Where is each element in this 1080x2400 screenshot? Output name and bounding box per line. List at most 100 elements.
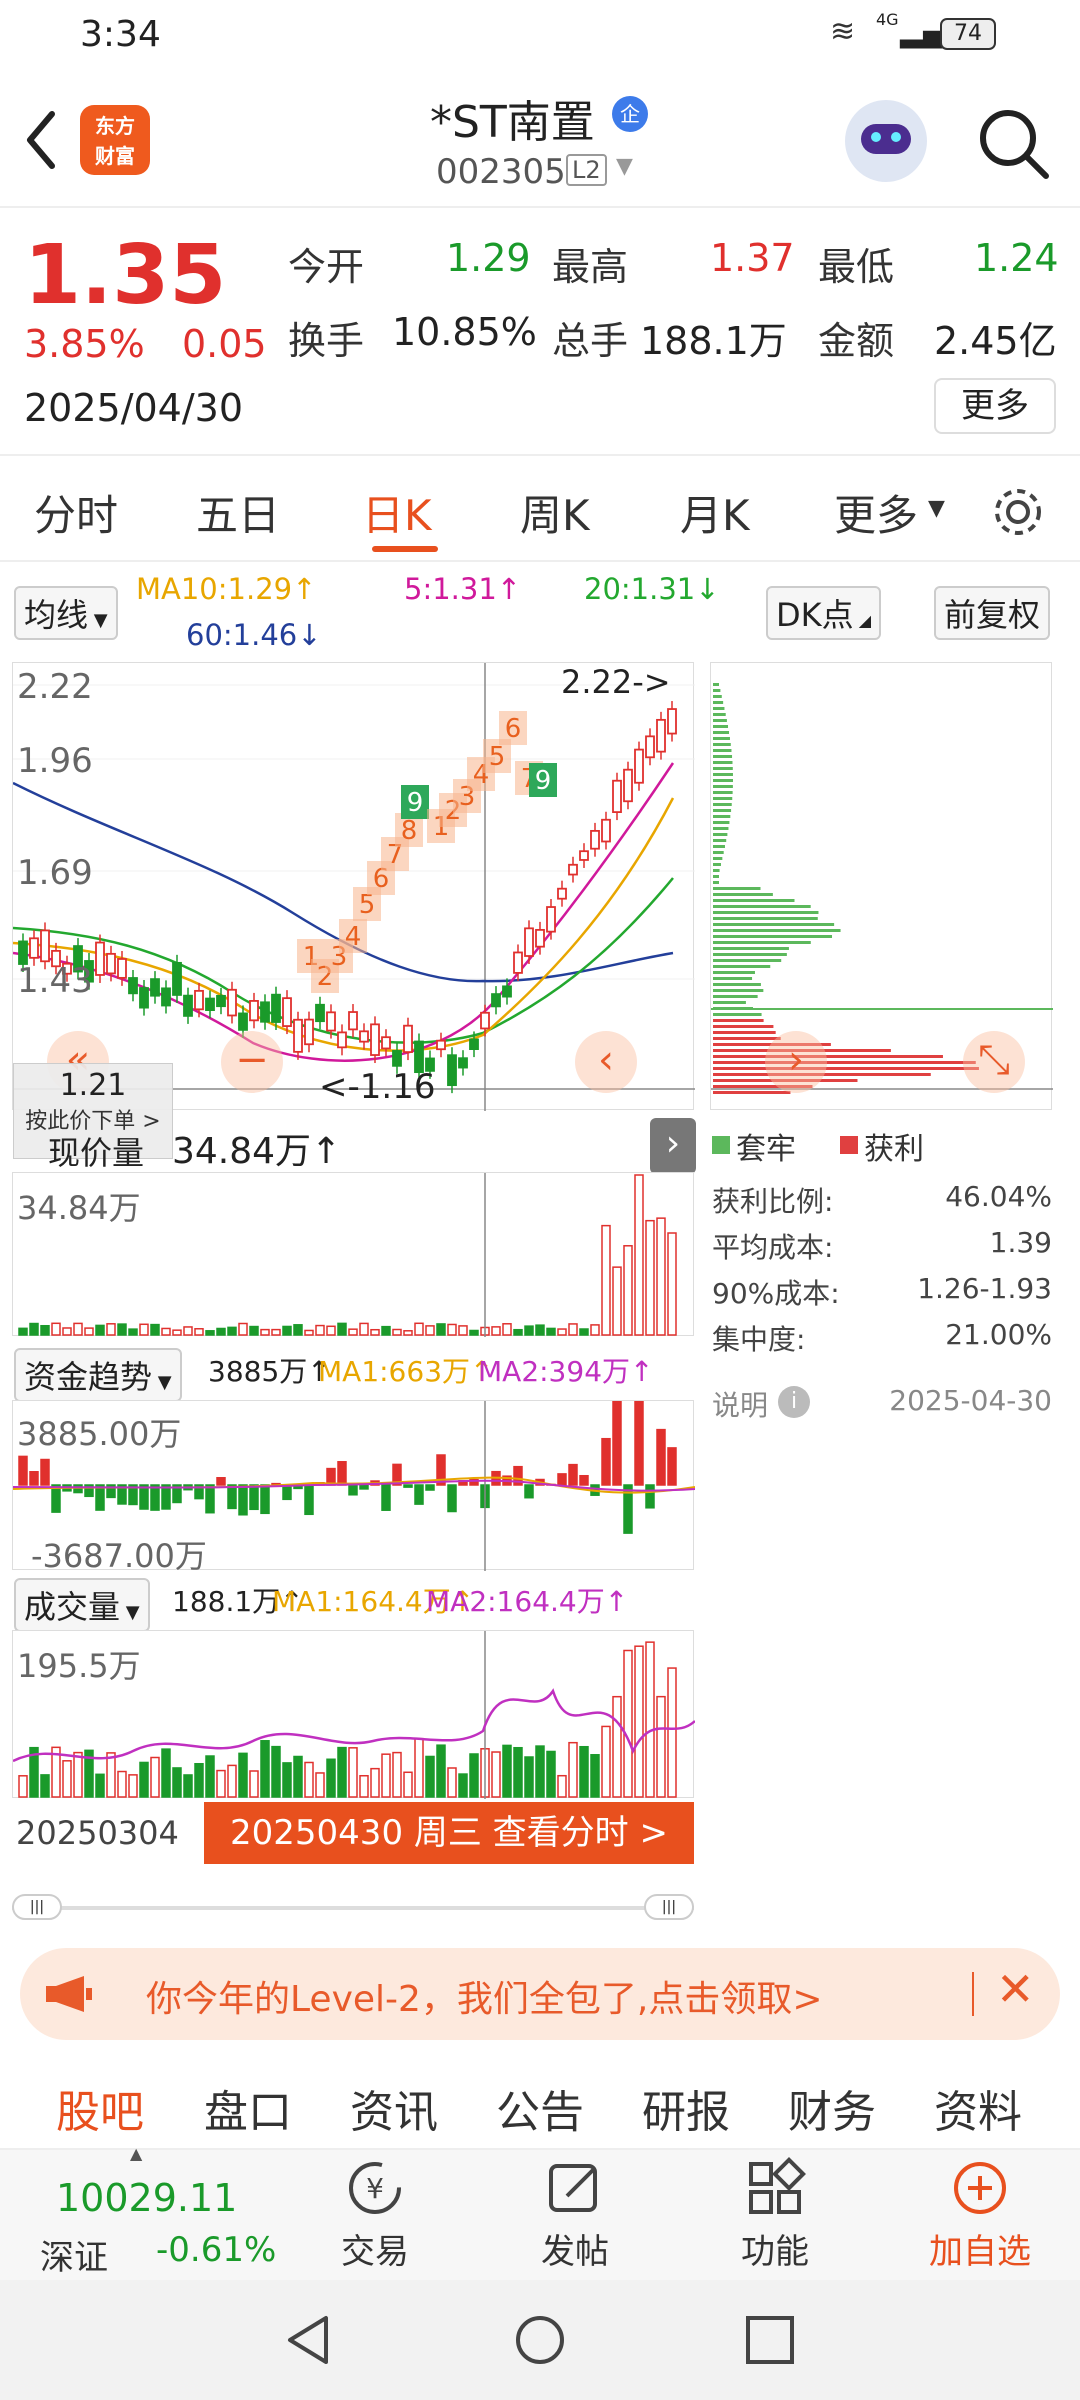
volume-chart[interactable]: 195.5万 bbox=[12, 1630, 695, 1799]
tab-announcements[interactable]: 公告 bbox=[496, 2076, 584, 2140]
functions-button[interactable]: 功能 bbox=[730, 2156, 820, 2273]
volume-bar bbox=[29, 1322, 39, 1336]
stock-title: *ST南置 bbox=[430, 97, 595, 148]
close-icon[interactable]: ✕ bbox=[996, 1962, 1035, 2016]
index-name[interactable]: 深证 bbox=[40, 2230, 108, 2279]
add-watchlist-button[interactable]: 加自选 bbox=[920, 2156, 1040, 2273]
volume-bar bbox=[304, 1761, 314, 1798]
volume-bar bbox=[590, 1324, 600, 1336]
candle-body bbox=[403, 1024, 413, 1053]
volume-bar bbox=[359, 1484, 369, 1490]
level2-badge[interactable]: L2 bbox=[566, 154, 607, 186]
tab-monthly-k[interactable]: 月K bbox=[680, 482, 750, 543]
volume-bar bbox=[40, 1458, 50, 1486]
tab-weekly-k[interactable]: 周K bbox=[520, 482, 590, 543]
volume-price-axis-label: 34.84万 bbox=[17, 1189, 141, 1227]
volume-bar bbox=[227, 1764, 237, 1798]
volume-bar bbox=[62, 1327, 72, 1336]
volume-bar bbox=[568, 1323, 578, 1336]
trade-button[interactable]: ¥ 交易 bbox=[330, 2156, 420, 2273]
scroll-left-icon[interactable]: ‹ bbox=[575, 1031, 637, 1093]
settings-gear-icon[interactable] bbox=[990, 484, 1046, 540]
zoom-out-icon[interactable]: − bbox=[221, 1031, 283, 1093]
candle-body bbox=[271, 993, 281, 1023]
nav-back-icon[interactable] bbox=[282, 2312, 338, 2368]
tab-five-day[interactable]: 五日 bbox=[196, 482, 280, 543]
info-icon[interactable]: i bbox=[778, 1386, 810, 1418]
chip-distribution-chart[interactable]: › ⤡ bbox=[710, 662, 1053, 1110]
search-icon[interactable] bbox=[976, 106, 1052, 182]
svg-text:¥: ¥ bbox=[366, 2172, 384, 2205]
volume-axis-label: 195.5万 bbox=[17, 1647, 141, 1685]
post-button[interactable]: 发帖 bbox=[530, 2156, 620, 2273]
volume-bar bbox=[249, 1484, 259, 1511]
index-change[interactable]: -0.61% bbox=[156, 2230, 276, 2270]
tab-more-chevron-icon[interactable]: ▼ bbox=[928, 496, 945, 521]
range-right-handle[interactable]: ||| bbox=[644, 1894, 694, 1920]
forward-adjust-button[interactable]: 前复权 bbox=[934, 586, 1051, 640]
candle-body bbox=[612, 779, 622, 813]
index-collapse-icon[interactable]: ▲ bbox=[130, 2144, 142, 2163]
nav-recents-icon[interactable] bbox=[742, 2312, 798, 2368]
trapped-legend-label: 套牢 bbox=[736, 1132, 796, 1167]
chip-bar bbox=[713, 815, 731, 818]
volume-bar bbox=[524, 1756, 534, 1798]
expand-icon[interactable]: ⤡ bbox=[963, 1031, 1025, 1093]
chip-note-label[interactable]: 说明 bbox=[712, 1384, 768, 1424]
range-left-handle[interactable]: ||| bbox=[12, 1894, 62, 1920]
fund-flow-select[interactable]: 资金趋势 ▼ bbox=[14, 1348, 182, 1402]
robot-assistant-icon[interactable] bbox=[845, 100, 927, 182]
app-logo: 东方 财富 bbox=[80, 105, 150, 175]
volume-bar bbox=[128, 1328, 138, 1336]
fund-flow-chart[interactable]: 3885.00万 -3687.00万 bbox=[12, 1400, 695, 1575]
chevron-down-icon[interactable]: ▼ bbox=[616, 154, 633, 179]
chip-bar bbox=[713, 719, 727, 722]
volume-bar bbox=[260, 1484, 270, 1515]
volume-price-chart[interactable]: 34.84万 bbox=[12, 1172, 694, 1337]
volume-bar bbox=[216, 1769, 226, 1798]
volume-bar bbox=[205, 1755, 215, 1798]
expand-panel-chevron-icon[interactable]: › bbox=[650, 1118, 696, 1174]
change-percent: 3.85% bbox=[24, 322, 145, 366]
indicator-select[interactable]: 均线 ▼ bbox=[14, 586, 118, 640]
tab-news[interactable]: 资讯 bbox=[350, 2076, 438, 2140]
view-intraday-button[interactable]: 20250430 周三 查看分时 > bbox=[204, 1802, 694, 1864]
volume-bar bbox=[304, 1329, 314, 1336]
volume-bar bbox=[51, 1322, 61, 1336]
functions-label: 功能 bbox=[741, 2232, 809, 2272]
dk-point-button[interactable]: DK点 ◢ bbox=[766, 586, 882, 640]
scroll-right-icon[interactable]: › bbox=[765, 1031, 827, 1093]
tab-more[interactable]: 更多 bbox=[834, 482, 918, 543]
volume-indicator-label: 成交量 bbox=[24, 1588, 121, 1626]
start-date: 20250304 bbox=[16, 1814, 179, 1852]
chart-range-scrollbar[interactable]: ||| ||| bbox=[12, 1894, 694, 1920]
tab-profile[interactable]: 资料 bbox=[934, 2076, 1022, 2140]
index-value[interactable]: 10029.11 bbox=[56, 2176, 237, 2220]
back-icon[interactable] bbox=[22, 108, 62, 172]
chip-bar bbox=[713, 845, 725, 848]
candle-body bbox=[227, 988, 237, 1017]
tab-intraday[interactable]: 分时 bbox=[34, 482, 118, 543]
chip-bar bbox=[713, 755, 733, 758]
trapped-legend-swatch bbox=[712, 1136, 730, 1154]
chip-bar bbox=[713, 959, 782, 962]
tab-financials[interactable]: 财务 bbox=[788, 2076, 876, 2140]
chip-bar bbox=[713, 695, 722, 698]
nav-home-icon[interactable] bbox=[512, 2312, 568, 2368]
kline-chart[interactable]: 12345678912345679 2.22 1.96 1.69 1.43 2.… bbox=[12, 662, 695, 1159]
volume-select[interactable]: 成交量 ▼ bbox=[14, 1578, 150, 1632]
turnover-value: 10.85% bbox=[392, 310, 537, 354]
tab-order-book[interactable]: 盘口 bbox=[204, 2076, 292, 2140]
tab-forum[interactable]: 股吧 bbox=[56, 2076, 144, 2140]
more-button[interactable]: 更多 bbox=[934, 378, 1056, 434]
stock-code: 002305 bbox=[436, 152, 566, 192]
chip-bar bbox=[713, 803, 732, 806]
tab-daily-k[interactable]: 日K bbox=[362, 482, 432, 543]
volume-bar bbox=[458, 1325, 468, 1336]
volume-bar bbox=[370, 1767, 380, 1798]
chip-bar bbox=[713, 1031, 776, 1034]
volume-bar bbox=[73, 1484, 83, 1494]
level2-promo-banner[interactable]: 你今年的Level-2，我们全包了,点击领取> ✕ bbox=[20, 1948, 1060, 2040]
tab-research[interactable]: 研报 bbox=[642, 2076, 730, 2140]
candle-body bbox=[95, 941, 105, 976]
